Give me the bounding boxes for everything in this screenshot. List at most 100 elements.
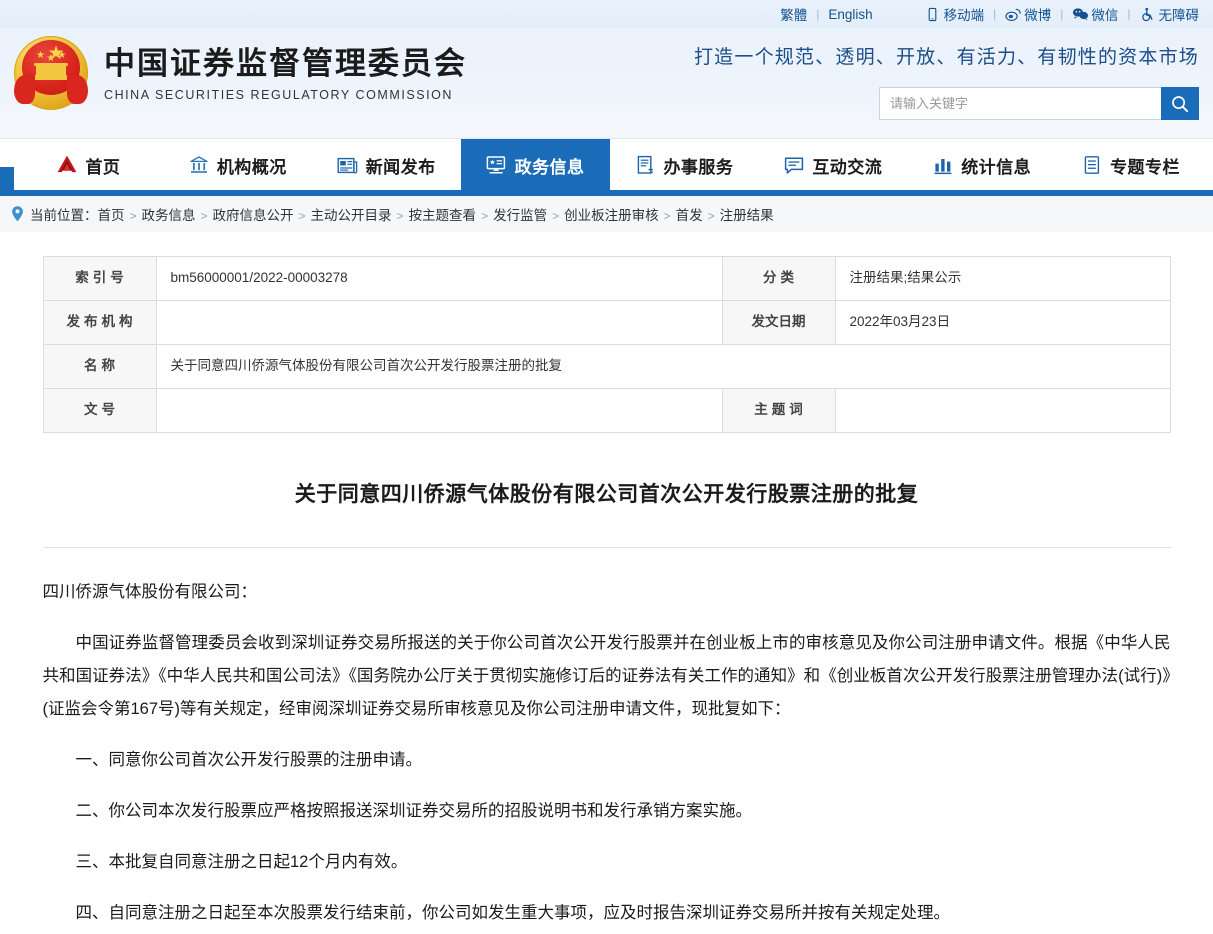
meta-value-cell: 注册结果;结果公示 — [834, 256, 1171, 301]
list-document-icon — [1081, 154, 1103, 176]
search-box — [669, 87, 1199, 120]
nav-item-home[interactable]: 首页 — [14, 139, 163, 191]
separator: | — [1060, 7, 1064, 21]
location-pin-icon — [10, 205, 25, 223]
accessibility-wheelchair-icon — [1140, 7, 1155, 22]
document-service-icon — [634, 154, 656, 176]
lang-english-link[interactable]: English — [828, 7, 872, 22]
table-row: 名称 关于同意四川侨源气体股份有限公司首次公开发行股票注册的批复 — [42, 344, 1171, 389]
national-emblem-icon: ★ ★ ★ ★ — [12, 34, 90, 112]
nav-label: 首页 — [85, 157, 121, 177]
wechat-label: 微信 — [1091, 8, 1119, 23]
csrc-home-logo-icon — [56, 154, 78, 176]
meta-label-cell: 索引号 — [42, 256, 157, 301]
bank-building-icon — [188, 154, 210, 176]
document-paragraph: 中国证券监督管理委员会收到深圳证券交易所报送的关于你公司首次公开发行股票并在创业… — [42, 633, 1171, 718]
mobile-link[interactable]: 移动端 — [925, 4, 985, 24]
search-input[interactable] — [879, 87, 1161, 120]
meta-value-cell — [155, 388, 723, 433]
search-icon — [1172, 95, 1189, 112]
meta-label-cell: 文号 — [42, 388, 157, 433]
nav-label: 互动交流 — [812, 157, 883, 177]
document-paragraph: 二、你公司本次发行股票应严格按照报送深圳证券交易所的招股说明书和发行承销方案实施… — [75, 801, 753, 820]
site-title-cn: 中国证券监督管理委员会 — [104, 45, 467, 81]
breadcrumb-separator: > — [552, 209, 560, 223]
wechat-icon — [1072, 7, 1089, 22]
lang-traditional-link[interactable]: 繁體 — [780, 4, 807, 24]
document-title: 关于同意四川侨源气体股份有限公司首次公开发行股票注册的批复 — [294, 483, 919, 506]
nav-item-special-columns[interactable]: 专题专栏 — [1056, 139, 1205, 191]
meta-label-cell: 主题词 — [721, 388, 836, 433]
breadcrumb-items: 首页 > 政务信息 > 政府信息公开 > 主动公开目录 > 按主题查看 > 发行监管 > 创业板注册审核… — [98, 204, 774, 224]
nav-item-interaction[interactable]: 互动交流 — [758, 139, 907, 191]
mobile-label: 移动端 — [943, 8, 985, 23]
site-slogan: 打造一个规范、透明、开放、有活力、有韧性的资本市场 — [693, 47, 1199, 68]
breadcrumb-link[interactable]: 发行监管 — [493, 208, 547, 223]
page-root: 繁體 | English 移动端 | 微博 | 微信 | 无障碍 ★ ★ ★ ★… — [0, 0, 1213, 934]
meta-label-cell: 名称 — [42, 344, 157, 389]
breadcrumb-link[interactable]: 创业板注册审核 — [564, 208, 659, 223]
main-navigation: 首页 机构概况 新闻发布 政务信息 办事服务 互动交流 统计信息 专题专栏 — [0, 139, 1213, 191]
separator: | — [993, 7, 997, 21]
breadcrumb-link[interactable]: 首发 — [676, 208, 703, 223]
main-navigation-wrapper: 首页 机构概况 新闻发布 政务信息 办事服务 互动交流 统计信息 专题专栏 — [0, 138, 1213, 196]
mobile-phone-icon — [925, 7, 940, 22]
meta-value-cell: bm56000001/2022-00003278 — [155, 256, 723, 301]
masthead-right: 打造一个规范、透明、开放、有活力、有韧性的资本市场 — [669, 28, 1199, 120]
channel-group: 移动端 | 微博 | 微信 | 无障碍 — [925, 4, 1199, 24]
document-paragraph: 一、同意你公司首次公开发行股票的注册申请。 — [75, 750, 423, 769]
breadcrumb-separator: > — [663, 209, 671, 223]
top-utility-bar: 繁體 | English 移动端 | 微博 | 微信 | 无障碍 — [0, 0, 1213, 28]
wechat-link[interactable]: 微信 — [1072, 4, 1118, 24]
nav-item-services[interactable]: 办事服务 — [610, 139, 759, 191]
search-button[interactable] — [1161, 87, 1199, 120]
breadcrumb-link[interactable]: 政府信息公开 — [213, 208, 294, 223]
breadcrumb-link[interactable]: 注册结果 — [720, 208, 774, 223]
speech-bubble-icon — [783, 154, 805, 176]
language-group: 繁體 | English — [780, 4, 872, 24]
metadata-table: 索引号 bm56000001/2022-00003278 分类 注册结果;结果公示 发布… — [42, 256, 1171, 433]
separator: | — [816, 7, 820, 21]
accessibility-link[interactable]: 无障碍 — [1140, 4, 1199, 24]
breadcrumb-separator: > — [396, 209, 404, 223]
document-body: 四川侨源气体股份有限公司： 中国证券监督管理委员会收到深圳证券交易所报送的关于你公… — [43, 548, 1171, 930]
nav-label: 新闻发布 — [365, 157, 436, 177]
breadcrumb-link[interactable]: 政务信息 — [142, 208, 196, 223]
nav-item-organization[interactable]: 机构概况 — [163, 139, 312, 191]
weibo-icon — [1005, 7, 1021, 22]
monitor-info-icon — [486, 154, 508, 176]
document-salutation: 四川侨源气体股份有限公司： — [42, 582, 258, 601]
breadcrumb-link[interactable]: 按主题查看 — [409, 208, 477, 223]
nav-label: 机构概况 — [216, 157, 287, 177]
meta-value-cell: 关于同意四川侨源气体股份有限公司首次公开发行股票注册的批复 — [155, 344, 1171, 389]
nav-label: 政务信息 — [514, 157, 585, 177]
meta-value-cell — [155, 300, 723, 345]
breadcrumb-prefix: 当前位置： — [30, 208, 98, 223]
meta-label-cell: 分类 — [721, 256, 836, 301]
table-row: 文号 主题词 — [42, 388, 1171, 433]
weibo-label: 微博 — [1024, 8, 1052, 23]
nav-item-statistics[interactable]: 统计信息 — [907, 139, 1056, 191]
site-title-en: CHINA SECURITIES REGULATORY COMMISSION — [104, 88, 453, 103]
breadcrumb-separator: > — [129, 209, 137, 223]
document-paragraph: 四、自同意注册之日起至本次股票发行结束前，你公司如发生重大事项，应及时报告深圳证… — [75, 903, 951, 922]
breadcrumb-link[interactable]: 主动公开目录 — [311, 208, 392, 223]
breadcrumb-separator: > — [200, 209, 208, 223]
site-masthead: ★ ★ ★ ★ 中国证券监督管理委员会 CHINA SECURITIES REG… — [0, 28, 1213, 138]
brand-block[interactable]: ★ ★ ★ ★ 中国证券监督管理委员会 CHINA SECURITIES REG… — [0, 28, 467, 112]
nav-label: 办事服务 — [663, 157, 734, 177]
document-paragraph: 三、本批复自同意注册之日起12个月内有效。 — [75, 852, 408, 871]
table-row: 索引号 bm56000001/2022-00003278 分类 注册结果;结果公示 — [42, 256, 1171, 301]
newspaper-icon — [337, 154, 359, 176]
nav-label: 专题专栏 — [1110, 157, 1181, 177]
brand-text: 中国证券监督管理委员会 CHINA SECURITIES REGULATORY … — [104, 44, 467, 103]
content-card: 索引号 bm56000001/2022-00003278 分类 注册结果;结果公示 发布… — [18, 232, 1195, 930]
separator: | — [1127, 7, 1131, 21]
breadcrumb-separator: > — [298, 209, 306, 223]
breadcrumb-separator: > — [481, 209, 489, 223]
breadcrumb-link[interactable]: 首页 — [98, 208, 125, 223]
meta-value-cell: 2022年03月23日 — [834, 300, 1171, 345]
nav-item-government-info[interactable]: 政务信息 — [460, 139, 610, 191]
nav-item-news[interactable]: 新闻发布 — [312, 139, 461, 191]
weibo-link[interactable]: 微博 — [1005, 4, 1051, 24]
